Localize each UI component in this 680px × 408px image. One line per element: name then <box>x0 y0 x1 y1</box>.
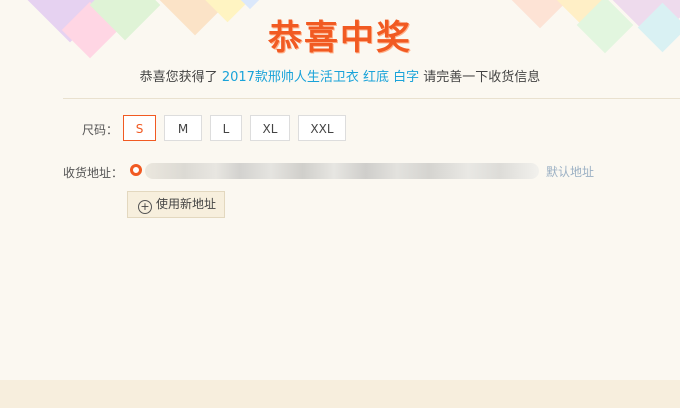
default-address-tag: 默认地址 <box>546 165 595 179</box>
size-option-xl[interactable]: XL <box>250 115 290 141</box>
prize-product-name: 2017款邢帅人生活卫衣 红底 白字 <box>221 70 420 85</box>
size-option-m[interactable]: M <box>164 115 202 141</box>
divider <box>63 98 680 99</box>
use-new-address-button[interactable]: + 使用新地址 <box>127 191 225 218</box>
page-title: 恭喜中奖 <box>268 18 412 58</box>
address-radio[interactable] <box>130 164 142 176</box>
footer-band <box>0 380 680 408</box>
size-option-xxl[interactable]: XXL <box>298 115 346 141</box>
size-label: 尺码： <box>82 123 119 137</box>
prize-message-suffix: 请完善一下收货信息 <box>419 70 541 85</box>
address-text-redacted <box>145 163 539 179</box>
prize-message: 恭喜您获得了 2017款邢帅人生活卫衣 红底 白字 请完善一下收货信息 <box>0 66 680 85</box>
plus-circle-icon: + <box>138 200 152 214</box>
prize-message-prefix: 恭喜您获得了 <box>139 70 222 85</box>
use-new-address-label: 使用新地址 <box>156 197 217 211</box>
size-option-s[interactable]: S <box>123 115 156 141</box>
address-label: 收货地址： <box>63 166 124 180</box>
size-option-l[interactable]: L <box>210 115 242 141</box>
